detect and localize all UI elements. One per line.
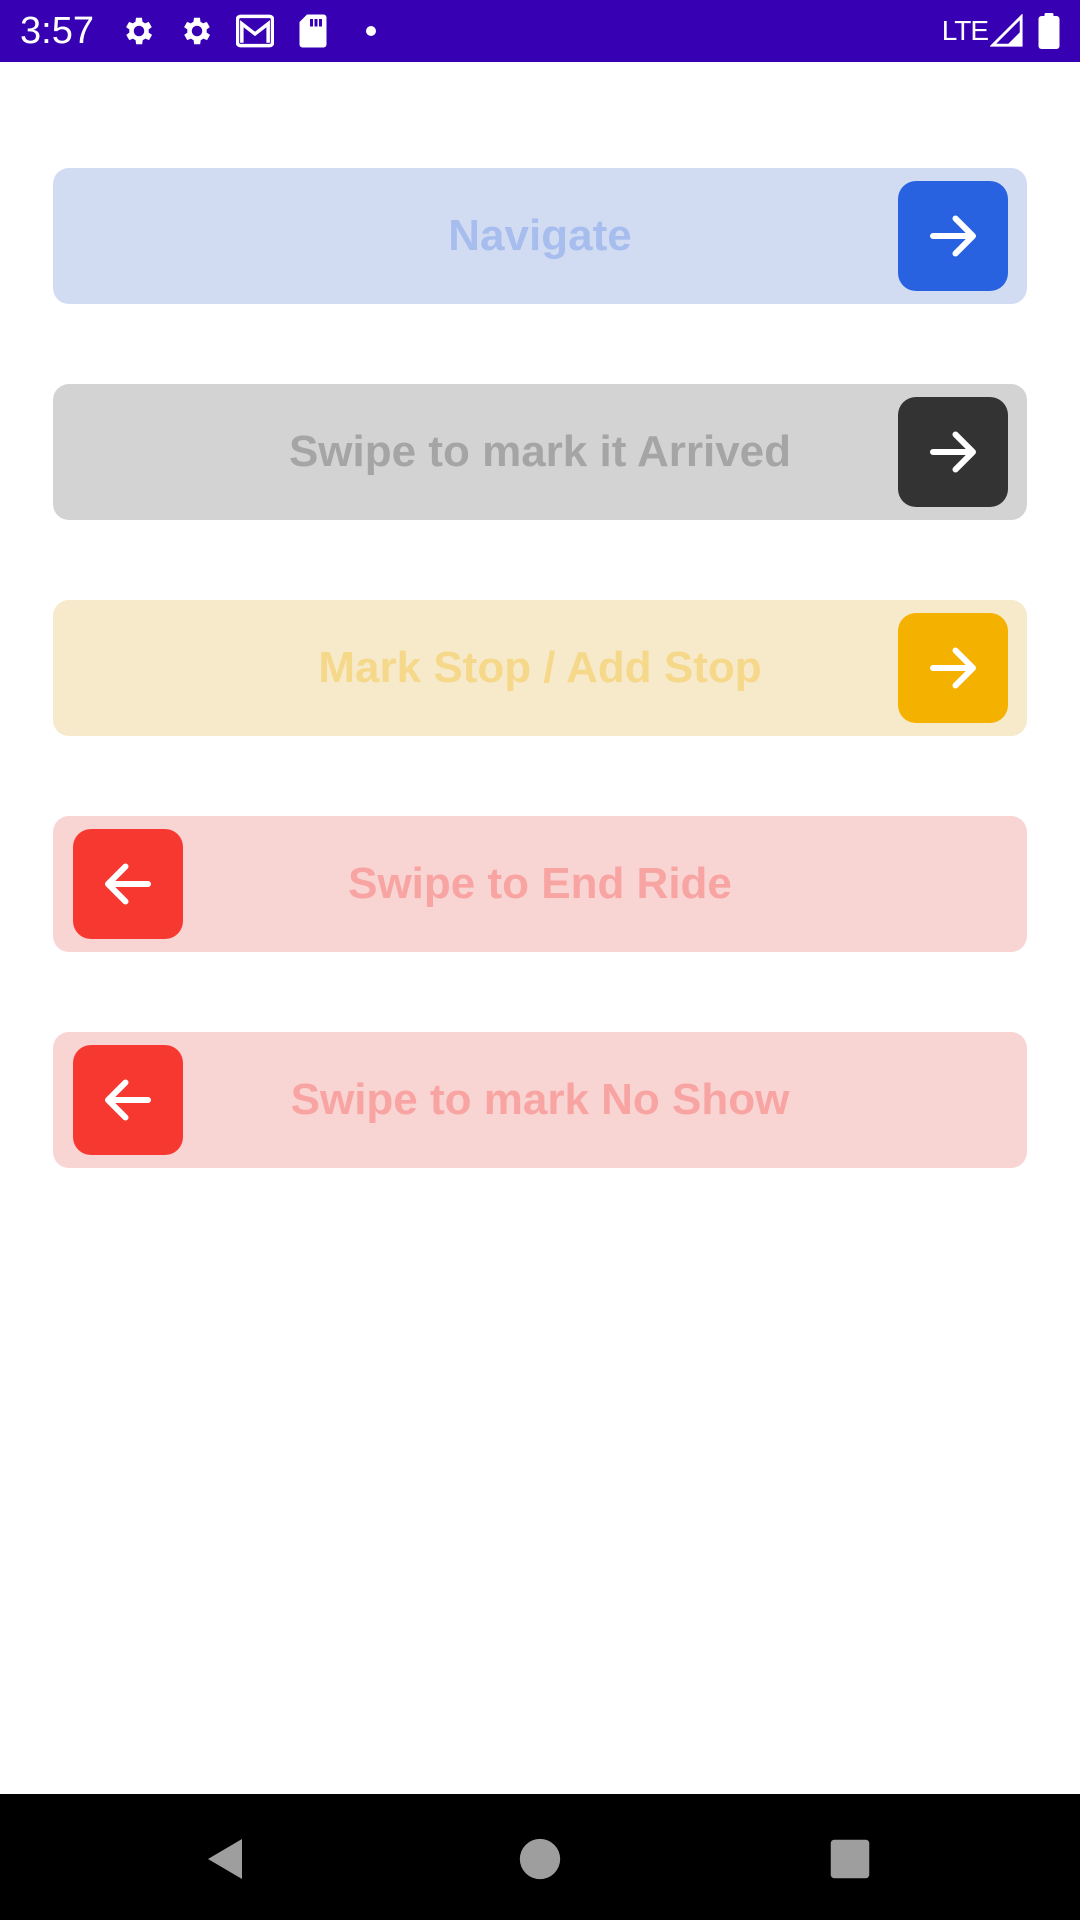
arrow-left-icon	[98, 1070, 158, 1130]
swipe-button-label: Swipe to mark No Show	[290, 1075, 790, 1124]
settings-icon	[178, 12, 216, 50]
swipe-handle[interactable]	[898, 613, 1008, 723]
recents-button[interactable]	[810, 1819, 890, 1899]
swipe-button-label: Swipe to End Ride	[348, 859, 732, 908]
status-icons-left	[120, 12, 410, 50]
battery-icon	[1038, 12, 1060, 50]
swipe-button-label: Navigate	[448, 211, 632, 260]
arrow-right-icon	[923, 422, 983, 482]
signal-icon	[990, 12, 1024, 50]
home-button[interactable]	[500, 1819, 580, 1899]
arrow-right-icon	[923, 206, 983, 266]
back-button[interactable]	[186, 1819, 266, 1899]
settings-icon	[120, 12, 158, 50]
gmail-icon	[236, 12, 274, 50]
swipe-button-3: Mark Stop / Add Stop	[53, 600, 1027, 736]
home-icon	[519, 1838, 561, 1880]
swipe-button-1: Navigate	[53, 168, 1027, 304]
swipe-handle[interactable]	[73, 829, 183, 939]
arrow-left-icon	[98, 854, 158, 914]
status-time: 3:57	[20, 10, 94, 52]
status-icons-right: LTE	[942, 12, 1060, 50]
network-type: LTE	[941, 15, 989, 46]
swipe-button-2: Swipe to mark it Arrived	[53, 384, 1027, 520]
swipe-button-list: Navigate Swipe to mark it Arrived Mark Sto…	[53, 168, 1027, 1248]
status-bar: 3:57 LTE	[0, 0, 1080, 62]
sd-card-icon	[294, 12, 332, 50]
navigation-bar	[0, 1794, 1080, 1920]
recents-icon	[830, 1839, 870, 1879]
swipe-button-label: Mark Stop / Add Stop	[318, 643, 762, 692]
app-screen: 3:57 LTE Navigate Swipe to mark it Arriv…	[0, 0, 1080, 1920]
swipe-button-5: Swipe to mark No Show	[53, 1032, 1027, 1168]
swipe-handle[interactable]	[898, 181, 1008, 291]
arrow-right-icon	[923, 638, 983, 698]
swipe-handle[interactable]	[73, 1045, 183, 1155]
swipe-button-label: Swipe to mark it Arrived	[288, 427, 792, 476]
back-icon	[208, 1839, 242, 1879]
notification-dot-icon	[352, 12, 390, 50]
swipe-button-4: Swipe to End Ride	[53, 816, 1027, 952]
swipe-handle[interactable]	[898, 397, 1008, 507]
